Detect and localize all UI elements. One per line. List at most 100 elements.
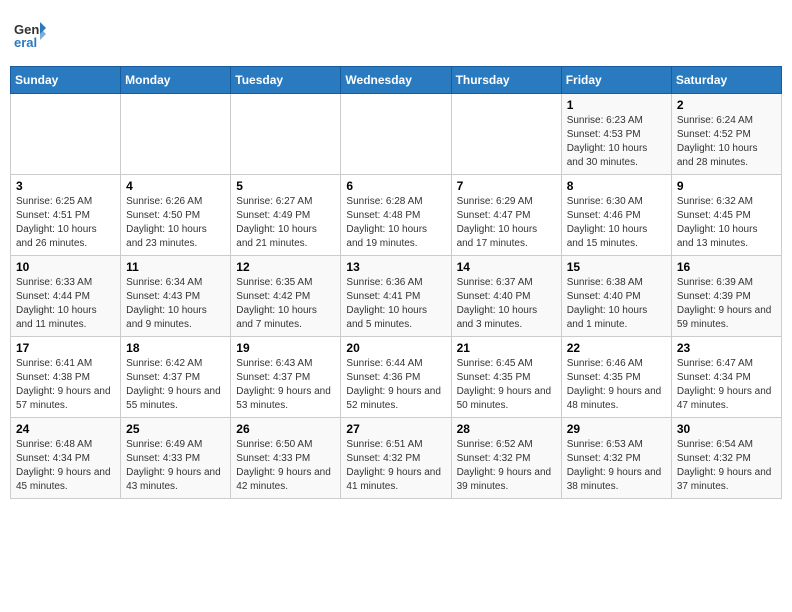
day-info: Sunrise: 6:54 AM Sunset: 4:32 PM Dayligh…	[677, 438, 776, 494]
day-number: 13	[346, 260, 445, 274]
header-row: SundayMondayTuesdayWednesdayThursdayFrid…	[11, 67, 782, 94]
day-number: 1	[567, 98, 666, 112]
calendar-cell	[11, 94, 121, 175]
calendar-week-row: 1 Sunrise: 6:23 AM Sunset: 4:53 PM Daylig…	[11, 94, 782, 175]
day-number: 9	[677, 179, 776, 193]
day-info: Sunrise: 6:39 AM Sunset: 4:39 PM Dayligh…	[677, 276, 776, 332]
day-info: Sunrise: 6:38 AM Sunset: 4:40 PM Dayligh…	[567, 276, 666, 332]
logo: Gen eral	[14, 18, 50, 50]
calendar-cell: 28 Sunrise: 6:52 AM Sunset: 4:32 PM Dayli…	[451, 418, 561, 499]
day-info: Sunrise: 6:30 AM Sunset: 4:46 PM Dayligh…	[567, 195, 666, 251]
calendar-cell: 30Sunrise: 6:54 AM Sunset: 4:32 PM Dayli…	[671, 418, 781, 499]
day-info: Sunrise: 6:51 AM Sunset: 4:32 PM Dayligh…	[346, 438, 445, 494]
day-of-week-header: Wednesday	[341, 67, 451, 94]
calendar-week-row: 3 Sunrise: 6:25 AM Sunset: 4:51 PM Daylig…	[11, 175, 782, 256]
calendar-cell: 20Sunrise: 6:44 AM Sunset: 4:36 PM Dayli…	[341, 337, 451, 418]
day-info: Sunrise: 6:36 AM Sunset: 4:41 PM Dayligh…	[346, 276, 445, 332]
calendar-cell	[451, 94, 561, 175]
day-number: 24	[16, 422, 115, 436]
calendar-cell: 26 Sunrise: 6:50 AM Sunset: 4:33 PM Dayli…	[231, 418, 341, 499]
day-info: Sunrise: 6:37 AM Sunset: 4:40 PM Dayligh…	[457, 276, 556, 332]
calendar-cell: 16 Sunrise: 6:39 AM Sunset: 4:39 PM Dayli…	[671, 256, 781, 337]
svg-text:eral: eral	[14, 35, 37, 50]
calendar-week-row: 24 Sunrise: 6:48 AM Sunset: 4:34 PM Dayli…	[11, 418, 782, 499]
calendar-cell: 8 Sunrise: 6:30 AM Sunset: 4:46 PM Daylig…	[561, 175, 671, 256]
day-info: Sunrise: 6:44 AM Sunset: 4:36 PM Dayligh…	[346, 357, 445, 413]
day-info: Sunrise: 6:42 AM Sunset: 4:37 PM Dayligh…	[126, 357, 225, 413]
calendar-cell	[341, 94, 451, 175]
calendar-body: 1 Sunrise: 6:23 AM Sunset: 4:53 PM Daylig…	[11, 94, 782, 499]
calendar-cell: 7 Sunrise: 6:29 AM Sunset: 4:47 PM Daylig…	[451, 175, 561, 256]
day-number: 26	[236, 422, 335, 436]
calendar-cell: 11Sunrise: 6:34 AM Sunset: 4:43 PM Dayli…	[121, 256, 231, 337]
calendar-week-row: 10Sunrise: 6:33 AM Sunset: 4:44 PM Dayli…	[11, 256, 782, 337]
day-number: 4	[126, 179, 225, 193]
day-info: Sunrise: 6:48 AM Sunset: 4:34 PM Dayligh…	[16, 438, 115, 494]
calendar-cell: 2 Sunrise: 6:24 AM Sunset: 4:52 PM Daylig…	[671, 94, 781, 175]
day-of-week-header: Thursday	[451, 67, 561, 94]
day-number: 23	[677, 341, 776, 355]
day-info: Sunrise: 6:33 AM Sunset: 4:44 PM Dayligh…	[16, 276, 115, 332]
calendar-header: SundayMondayTuesdayWednesdayThursdayFrid…	[11, 67, 782, 94]
logo-icon: Gen eral	[14, 18, 46, 50]
calendar-cell: 17 Sunrise: 6:41 AM Sunset: 4:38 PM Dayli…	[11, 337, 121, 418]
calendar-cell: 29Sunrise: 6:53 AM Sunset: 4:32 PM Dayli…	[561, 418, 671, 499]
day-info: Sunrise: 6:50 AM Sunset: 4:33 PM Dayligh…	[236, 438, 335, 494]
calendar-cell: 14Sunrise: 6:37 AM Sunset: 4:40 PM Dayli…	[451, 256, 561, 337]
calendar-week-row: 17 Sunrise: 6:41 AM Sunset: 4:38 PM Dayli…	[11, 337, 782, 418]
day-info: Sunrise: 6:26 AM Sunset: 4:50 PM Dayligh…	[126, 195, 225, 251]
day-info: Sunrise: 6:29 AM Sunset: 4:47 PM Dayligh…	[457, 195, 556, 251]
day-of-week-header: Sunday	[11, 67, 121, 94]
day-info: Sunrise: 6:46 AM Sunset: 4:35 PM Dayligh…	[567, 357, 666, 413]
day-number: 25	[126, 422, 225, 436]
day-info: Sunrise: 6:35 AM Sunset: 4:42 PM Dayligh…	[236, 276, 335, 332]
day-info: Sunrise: 6:45 AM Sunset: 4:35 PM Dayligh…	[457, 357, 556, 413]
day-number: 18	[126, 341, 225, 355]
day-info: Sunrise: 6:52 AM Sunset: 4:32 PM Dayligh…	[457, 438, 556, 494]
day-info: Sunrise: 6:24 AM Sunset: 4:52 PM Dayligh…	[677, 114, 776, 170]
calendar-cell: 9Sunrise: 6:32 AM Sunset: 4:45 PM Daylig…	[671, 175, 781, 256]
day-number: 3	[16, 179, 115, 193]
calendar-cell: 18 Sunrise: 6:42 AM Sunset: 4:37 PM Dayli…	[121, 337, 231, 418]
day-of-week-header: Tuesday	[231, 67, 341, 94]
calendar-cell: 10Sunrise: 6:33 AM Sunset: 4:44 PM Dayli…	[11, 256, 121, 337]
day-number: 19	[236, 341, 335, 355]
day-number: 5	[236, 179, 335, 193]
day-number: 6	[346, 179, 445, 193]
day-number: 21	[457, 341, 556, 355]
calendar-cell: 22 Sunrise: 6:46 AM Sunset: 4:35 PM Dayli…	[561, 337, 671, 418]
day-info: Sunrise: 6:34 AM Sunset: 4:43 PM Dayligh…	[126, 276, 225, 332]
day-number: 8	[567, 179, 666, 193]
day-number: 2	[677, 98, 776, 112]
day-of-week-header: Saturday	[671, 67, 781, 94]
calendar-cell: 12 Sunrise: 6:35 AM Sunset: 4:42 PM Dayli…	[231, 256, 341, 337]
calendar-cell: 24 Sunrise: 6:48 AM Sunset: 4:34 PM Dayli…	[11, 418, 121, 499]
page-header: Gen eral	[10, 10, 782, 58]
day-of-week-header: Monday	[121, 67, 231, 94]
day-number: 27	[346, 422, 445, 436]
calendar-cell	[121, 94, 231, 175]
day-info: Sunrise: 6:41 AM Sunset: 4:38 PM Dayligh…	[16, 357, 115, 413]
day-number: 7	[457, 179, 556, 193]
calendar-cell: 13 Sunrise: 6:36 AM Sunset: 4:41 PM Dayli…	[341, 256, 451, 337]
day-info: Sunrise: 6:28 AM Sunset: 4:48 PM Dayligh…	[346, 195, 445, 251]
day-info: Sunrise: 6:47 AM Sunset: 4:34 PM Dayligh…	[677, 357, 776, 413]
calendar-cell: 19Sunrise: 6:43 AM Sunset: 4:37 PM Dayli…	[231, 337, 341, 418]
day-info: Sunrise: 6:25 AM Sunset: 4:51 PM Dayligh…	[16, 195, 115, 251]
calendar-cell: 23 Sunrise: 6:47 AM Sunset: 4:34 PM Dayli…	[671, 337, 781, 418]
calendar-cell: 6 Sunrise: 6:28 AM Sunset: 4:48 PM Daylig…	[341, 175, 451, 256]
calendar-cell: 25 Sunrise: 6:49 AM Sunset: 4:33 PM Dayli…	[121, 418, 231, 499]
calendar-cell: 4 Sunrise: 6:26 AM Sunset: 4:50 PM Daylig…	[121, 175, 231, 256]
calendar-cell: 27 Sunrise: 6:51 AM Sunset: 4:32 PM Dayli…	[341, 418, 451, 499]
day-info: Sunrise: 6:23 AM Sunset: 4:53 PM Dayligh…	[567, 114, 666, 170]
day-info: Sunrise: 6:49 AM Sunset: 4:33 PM Dayligh…	[126, 438, 225, 494]
day-number: 17	[16, 341, 115, 355]
calendar-cell: 5Sunrise: 6:27 AM Sunset: 4:49 PM Daylig…	[231, 175, 341, 256]
calendar-cell: 21 Sunrise: 6:45 AM Sunset: 4:35 PM Dayli…	[451, 337, 561, 418]
calendar-cell	[231, 94, 341, 175]
day-number: 16	[677, 260, 776, 274]
day-number: 12	[236, 260, 335, 274]
calendar-cell: 15Sunrise: 6:38 AM Sunset: 4:40 PM Dayli…	[561, 256, 671, 337]
day-number: 22	[567, 341, 666, 355]
day-number: 28	[457, 422, 556, 436]
